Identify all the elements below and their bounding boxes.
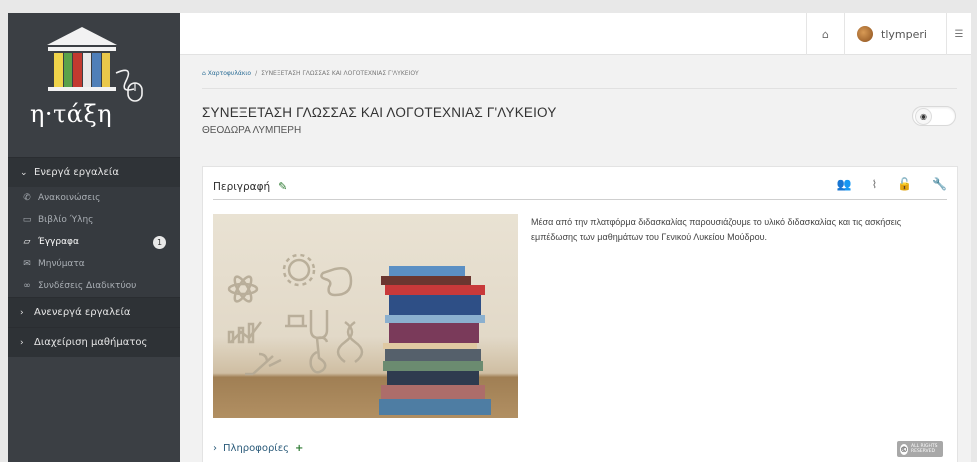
visibility-icon: ◉: [920, 112, 927, 121]
sidebar-item-label: Μηνύματα: [38, 259, 85, 269]
course-teacher: ΘΕΟΔΩΡΑ ΛΥΜΠΕΡΗ: [202, 125, 302, 136]
chevron-right-icon: ›: [20, 337, 24, 348]
envelope-icon: ✉: [23, 259, 31, 269]
sidebar-item-label: Βιβλίο Ύλης: [38, 215, 94, 225]
menu-inactive-tools-label: Ανενεργά εργαλεία: [34, 307, 131, 318]
toggle-knob: ◉: [915, 108, 932, 125]
chevron-right-icon: ›: [20, 307, 24, 318]
logo[interactable]: η·τάξη: [8, 13, 180, 153]
main-content: ⌂ Χαρτοφυλάκιο / ΣΥΝΕΞΕΤΑΣΗ ΓΛΩΣΣΑΣ ΚΑΙ …: [180, 55, 971, 462]
sidebar-item-label: Συνδέσεις Διαδικτύου: [38, 281, 137, 291]
plus-icon: +: [294, 443, 304, 454]
chevron-down-icon: ⌄: [20, 167, 28, 178]
divider: [202, 88, 957, 89]
paperclip-icon[interactable]: ⌇: [872, 178, 877, 191]
description-panel: Περιγραφή ✎ 👥 ⌇ 🔓 🔧 Μέσα από την πλατφόρ…: [202, 166, 958, 462]
app-frame: η·τάξη ⌄ Ενεργά εργαλεία ✆ Ανακοινώσεις …: [8, 13, 971, 462]
copyright-icon: ©: [900, 443, 908, 455]
avatar: [857, 26, 873, 42]
breadcrumb-separator: /: [255, 70, 258, 77]
chevron-right-icon: ›: [213, 443, 217, 454]
documents-count-badge: 1: [153, 236, 166, 249]
course-image: [213, 214, 518, 418]
menu-inactive-tools[interactable]: › Ανενεργά εργαλεία: [8, 297, 180, 327]
breadcrumb: ⌂ Χαρτοφυλάκιο / ΣΥΝΕΞΕΤΑΣΗ ΓΛΩΣΣΑΣ ΚΑΙ …: [202, 70, 419, 77]
license-badge[interactable]: © ALL RIGHTS RESERVED: [897, 441, 943, 457]
logo-text: η·τάξη: [30, 100, 113, 128]
settings-button[interactable]: ☰: [946, 13, 971, 55]
license-text: ALL RIGHTS RESERVED: [911, 444, 938, 454]
sidebar-item-syllabus[interactable]: ▭ Βιβλίο Ύλης: [8, 209, 180, 231]
course-description: Μέσα από την πλατφόρμα διδασκαλίας παρου…: [531, 217, 902, 242]
wrench-icon[interactable]: 🔧: [932, 177, 947, 191]
active-tools-list: ✆ Ανακοινώσεις ▭ Βιβλίο Ύλης ▱ Έγγραφα 1…: [8, 187, 180, 297]
logo-books-icon: [47, 27, 143, 102]
sliders-icon: ☰: [954, 28, 964, 40]
folder-icon: ▱: [23, 237, 31, 247]
top-bar: ⌂ tlymperi ☰: [180, 13, 971, 55]
info-toggle[interactable]: › Πληροφορίες +: [213, 443, 303, 454]
user-menu[interactable]: tlymperi: [844, 13, 946, 55]
username: tlymperi: [881, 27, 927, 41]
home-button[interactable]: ⌂: [806, 13, 844, 55]
megaphone-icon: ✆: [23, 193, 31, 203]
course-visibility-toggle[interactable]: ◉: [912, 106, 956, 126]
info-label: Πληροφορίες: [223, 443, 289, 454]
menu-active-tools-label: Ενεργά εργαλεία: [34, 167, 119, 178]
home-icon: ⌂: [822, 27, 829, 41]
panel-tools: 👥 ⌇ 🔓 🔧: [837, 177, 947, 191]
page-title: ΣΥΝΕΞΕΤΑΣΗ ΓΛΩΣΣΑΣ ΚΑΙ ΛΟΓΟΤΕΧΝΙΑΣ Γ'ΛΥΚ…: [202, 105, 557, 120]
sidebar-item-announcements[interactable]: ✆ Ανακοινώσεις: [8, 187, 180, 209]
sidebar-item-label: Ανακοινώσεις: [38, 193, 101, 203]
sidebar-item-documents[interactable]: ▱ Έγγραφα 1: [8, 231, 180, 253]
panel-header: Περιγραφή ✎ 👥 ⌇ 🔓 🔧: [213, 174, 947, 200]
panel-title: Περιγραφή: [213, 180, 271, 193]
sidebar-item-links[interactable]: ∞ Συνδέσεις Διαδικτύου: [8, 275, 180, 297]
sidebar: η·τάξη ⌄ Ενεργά εργαλεία ✆ Ανακοινώσεις …: [8, 13, 180, 462]
menu-course-admin[interactable]: › Διαχείριση μαθήματος: [8, 327, 180, 357]
menu-active-tools[interactable]: ⌄ Ενεργά εργαλεία: [8, 157, 180, 187]
sidebar-item-label: Έγγραφα: [38, 237, 79, 247]
link-icon: ∞: [23, 281, 31, 291]
breadcrumb-home-link[interactable]: ⌂ Χαρτοφυλάκιο: [202, 70, 251, 77]
calendar-icon: ▭: [22, 215, 32, 225]
breadcrumb-home-label: Χαρτοφυλάκιο: [207, 70, 252, 77]
menu-course-admin-label: Διαχείριση μαθήματος: [34, 337, 148, 348]
books-science-illustration: [227, 253, 491, 415]
users-icon[interactable]: 👥: [837, 177, 852, 191]
unlock-icon[interactable]: 🔓: [897, 177, 912, 191]
sidebar-item-messages[interactable]: ✉ Μηνύματα: [8, 253, 180, 275]
breadcrumb-current: ΣΥΝΕΞΕΤΑΣΗ ΓΛΩΣΣΑΣ ΚΑΙ ΛΟΓΟΤΕΧΝΙΑΣ Γ'ΛΥΚ…: [261, 70, 419, 77]
home-icon: ⌂: [202, 70, 206, 77]
pencil-icon[interactable]: ✎: [278, 180, 287, 193]
